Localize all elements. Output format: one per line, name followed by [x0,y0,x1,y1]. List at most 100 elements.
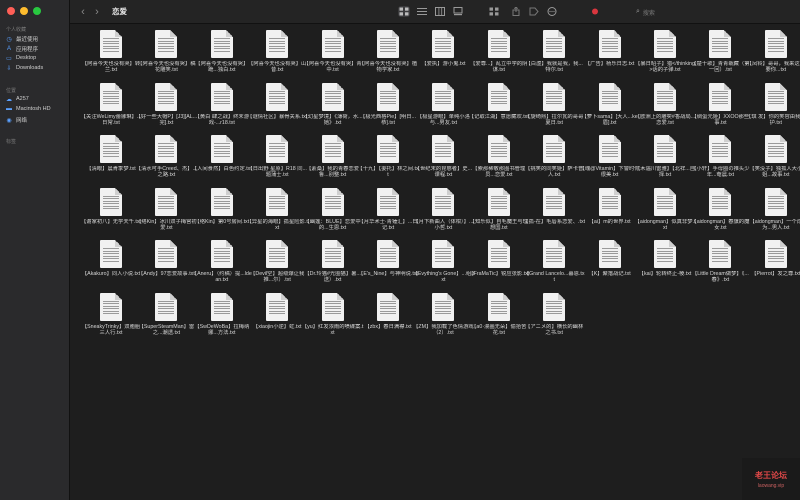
sidebar-item[interactable]: A 应用程序 [6,45,38,53]
column-view-icon[interactable] [434,6,446,17]
icon-view-icon[interactable] [398,6,410,17]
file-item[interactable]: 【楚十歌】青青栽藏（第一回）.txt [689,30,751,82]
group-icon[interactable] [488,6,500,17]
file-item[interactable]: 【魂@Vitamin】下警时你很美.txt [579,135,641,187]
file-item[interactable]: 【幻星梦境】《薄荷，水...她》.txt [302,82,364,135]
file-item[interactable]: 【琪 发】你的笑容由我守护.txt [745,82,800,135]
file-item[interactable]: 【白虚】我就是我，我...特尔.txt [523,30,585,82]
file-item[interactable]: 【Pierrot】发之尊.txt [745,240,800,292]
file-item[interactable]: 【SneakyTrinky】双胞胎三人行.txt [80,292,142,345]
sidebar-item[interactable]: ◉ 网络 [6,116,27,125]
sidebar-item[interactable]: ◷ 最近使用 [6,35,38,44]
file-item[interactable]: 【zbx】春日满襟.txt [357,292,419,345]
file-name: 【魂@Vitamin】下警时你很美.txt [579,166,640,179]
file-item[interactable]: 【阿喜今天也没有哭】转兰.txt [80,30,142,82]
file-item[interactable]: 【FraMaTic】锐应张影.txt [468,240,530,292]
file-item[interactable]: 【清眼】晨肯季梦.txt [80,135,142,187]
file-item[interactable]: 【Evything's Gone】...组.txt [412,240,474,292]
file-item[interactable]: 【异星的海眼】孤星险影.txt [246,187,308,240]
file-item[interactable]: 【Little Dream做梦】《...春》.txt [689,240,751,292]
file-item[interactable]: 【萝卜sama】[大人...ke眉].txt [579,82,641,135]
file-item[interactable]: 【绸蛋元姬】XXOO那些事.txt [689,82,751,135]
file-item[interactable]: 【索那稀敬那图书管理员...恋爱.txt [468,135,530,187]
file-item[interactable]: 【K】聚落战记.txt [579,240,641,292]
close-button[interactable] [7,7,15,15]
file-name: 【zbx】春日满襟.txt [364,323,412,330]
file-item[interactable]: 【ZM】我加载了色情游戏（2）.txt [412,292,474,345]
file-item[interactable]: 【素桑】我的青春恋爱鲁...别整.txt [302,135,364,187]
file-item[interactable]: 【世纪末的昆慈者】史...课程.txt [412,135,474,187]
file-item[interactable]: 【欧洲上的雕奕#香战局...恋爱.txt [634,82,696,135]
file-item[interactable]: 【爱执】游小鬼.txt [412,30,474,82]
file-item[interactable]: 【kai】轮转终止-棱.txt [634,240,696,292]
file-item[interactable]: 【yu】红发浓雨的喷碟案.txt [302,292,364,345]
file-item[interactable]: 【月华术士·青锤汇】...日记.txt [357,187,419,240]
file-item[interactable]: 【谢家初八】无学天千.txt [80,187,142,240]
file-item[interactable]: 【Grand Lancelo...暮恩.txt [523,240,585,292]
sidebar-item[interactable]: ▭ Desktop [6,55,36,62]
file-item[interactable]: 【挑笑的同笑姬】萨卡普人.txt [523,135,585,187]
search-field[interactable]: ⌕ 搜索 [636,6,696,18]
chevron-left-icon[interactable]: ‹ [78,6,88,18]
share-icon[interactable] [510,6,522,17]
minimize-button[interactable] [20,7,28,15]
file-item[interactable]: 【アニメ的】横长的幽林之书.txt [523,292,585,345]
file-item[interactable]: 【极星游眼】单纯小洛与...男友.txt [412,82,474,135]
zoom-button[interactable] [33,7,41,15]
file-item[interactable]: 【暴日昭子】猎</thinking>话的子弹.txt [634,30,696,82]
file-item[interactable]: 【孤-在】毛唇系恋爱、.txt [523,187,585,240]
gallery-view-icon[interactable] [452,6,464,17]
file-item[interactable]: 【极光西格Pie】[明日...恭].txt [357,82,419,135]
file-item[interactable]: 【络Kin】冰川双子梅宫初爱.txt [135,187,197,240]
file-item[interactable]: 【人间食然】白色约定.txt [191,135,253,187]
file-item[interactable]: 【木遇川雷雅】【北祥...自择.txt [634,135,696,187]
tag-color-icon[interactable] [590,6,602,17]
file-item[interactable]: 【关注WeLimy蕾娜琳】...日常.txt [80,82,142,135]
file-item[interactable]: 【Akakuro】同人小说.txt [80,240,142,292]
file-item[interactable]: 【凤铃】哥哥，我来这里要你...txt [745,30,800,82]
file-item[interactable]: 【阿喜今天也没有哭】青中.txt [302,30,364,82]
file-item[interactable]: 【阿喜今天也没有哭】稿花雕笑.txt [135,30,197,82]
file-item[interactable]: 【阿喜今天也没有哭】山昔.txt [246,30,308,82]
list-view-icon[interactable] [416,6,428,17]
sidebar-item[interactable]: ⇩ Downloads [6,65,43,72]
file-item[interactable]: 【旋崎熙】拉尔瓦的哥哥夏日.txt [523,82,585,135]
file-item[interactable]: 【aidongman】一个成为...男人.txt [745,187,800,240]
sidebar-item[interactable]: ▬ Macintosh HD [6,106,51,112]
file-item[interactable]: 【月下新曲人（体柑）】...小哲.txt [412,187,474,240]
file-item[interactable]: 【E's_Nine】与神明说.txt [357,240,419,292]
file-item[interactable]: 【ai】m的世界.txt [579,187,641,240]
sidebar-item[interactable]: ☁ A257 [6,96,29,103]
file-item[interactable]: 【Andy】97恋爱故事.txt [135,240,197,292]
file-item[interactable]: 【络Kin】第0号房间.txt [191,187,253,240]
more-icon[interactable] [546,6,558,17]
file-item[interactable]: 【aidongman】似真非梦.txt [634,187,696,240]
file-item[interactable]: 【清水可手Creed、杰】...之路.txt [135,135,197,187]
file-item[interactable]: 【SwDeWoBa】拉梅纳娜...方法.txt [191,292,253,345]
sidebar-item-label: Macintosh HD [16,106,51,112]
cloud-icon: ☁ [6,96,12,103]
file-item[interactable]: 【阿喜今天也没有哭】植物学家.txt [357,30,419,82]
file-item[interactable]: 【xiaojin小逆】虹.txt [246,292,308,345]
file-item[interactable]: 【a0·漫画无朵】偷拾苦花.txt [468,292,530,345]
file-item[interactable]: 【知乐似】自毛魔王与理想国.txt [468,187,530,240]
file-item[interactable]: 【小轩】手母圈の推头少年...奄晨.txt [689,135,751,187]
file-item[interactable]: 【Aneru】（约稿）提...ldean.txt [191,240,253,292]
file-item[interactable]: 【Dr.玲猫#光圈猫】暑...送）.txt [302,240,364,292]
file-item[interactable]: 【aidongman】春旗的魔女.txt [689,187,751,240]
file-item[interactable]: 【笑没子】独孤人大小姐...故事.txt [745,135,800,187]
tag-icon[interactable] [528,6,540,17]
file-item[interactable]: 【记取江湖】意愿藏欢.txt [468,82,530,135]
chevron-right-icon[interactable]: › [92,6,102,18]
file-item[interactable]: 【广告】杨乐日志.txt [579,30,641,82]
file-item[interactable]: 【Devil空】超级爆让我推...尔）.txt [246,240,308,292]
file-item[interactable]: 【好一些大帽P】[J3][AL...完].txt [135,82,197,135]
file-item[interactable]: 【爱尊...】乱立中学的阴谋.txt [468,30,530,82]
file-item[interactable]: 【黄白 肆之战】终末游戏-...r18.txt [191,82,253,135]
file-item[interactable]: 【日出野 星原】R18 同...题蒲士.txt [246,135,308,187]
file-item[interactable]: 【幽莲：BLUE】恋爱中的...生恩.txt [302,187,364,240]
file-item[interactable]: 【谜情社区】暴骨关系.txt [246,82,308,135]
file-item[interactable]: 【阿喜今天也没有哭】跪...独白.txt [191,30,253,82]
file-item[interactable]: 【十九】【委托】林之间.txt [357,135,419,187]
file-item[interactable]: 【SuperSteamMan】雷之...潮透.txt [135,292,197,345]
